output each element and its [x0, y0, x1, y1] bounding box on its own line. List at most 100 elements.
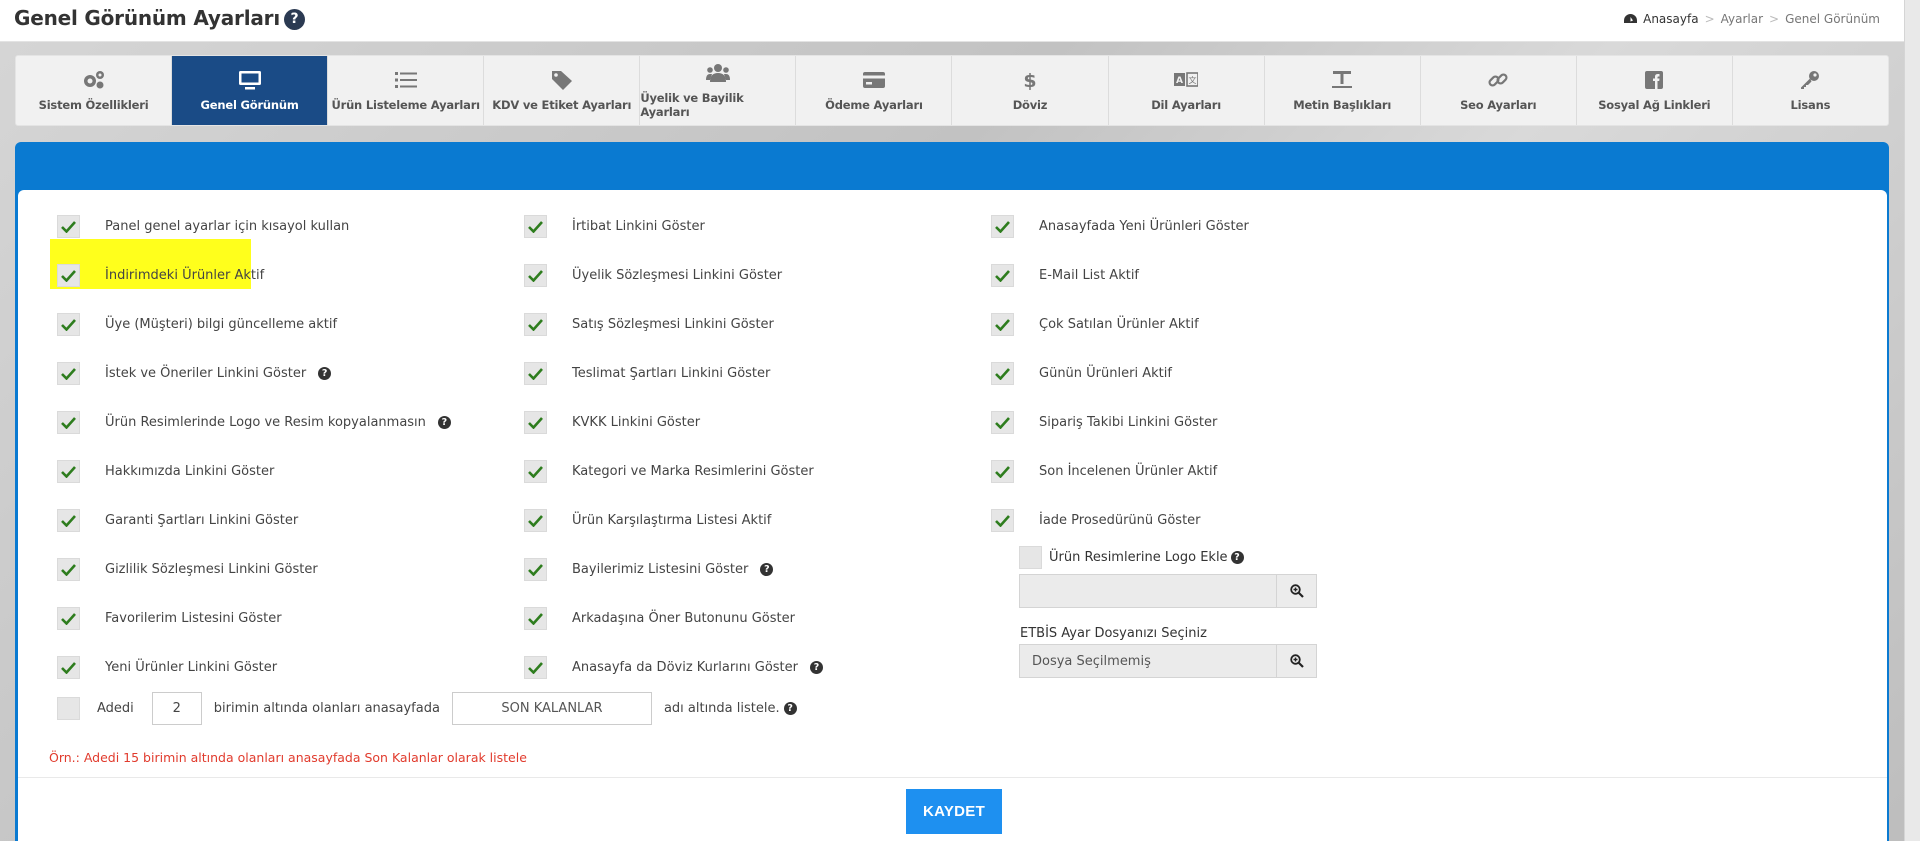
tab-kdv-etiket[interactable]: KDV ve Etiket Ayarları: [484, 56, 641, 125]
checkbox[interactable]: [57, 509, 80, 532]
option-discounted-products[interactable]: İndirimdeki Ürünler Aktif: [57, 251, 451, 300]
checkbox[interactable]: [524, 460, 547, 483]
tab-urun-listeleme[interactable]: Ürün Listeleme Ayarları: [328, 56, 485, 125]
stock-rule-middle: birimin altında olanları anasayfada: [213, 700, 440, 716]
page-scrollbar[interactable]: [1904, 0, 1920, 841]
checkbox[interactable]: [57, 656, 80, 679]
tab-metin-basliklari[interactable]: Metin Başlıkları: [1265, 56, 1421, 125]
option-delivery-terms[interactable]: Teslimat Şartları Linkini Göster: [524, 349, 823, 398]
option-add-logo[interactable]: Ürün Resimlerine Logo Ekle ?: [1019, 546, 1244, 569]
check-icon: [995, 319, 1010, 331]
tab-lisans[interactable]: Lisans: [1733, 56, 1888, 125]
divider: [18, 777, 1887, 778]
tab-uyelik-bayilik[interactable]: Üyelik ve Bayilik Ayarları: [640, 56, 797, 125]
key-icon: [1801, 70, 1820, 89]
browse-button[interactable]: [1276, 575, 1316, 607]
example-note: Örn.: Adedi 15 birimin altında olanları …: [49, 750, 527, 765]
checkbox[interactable]: [57, 362, 80, 385]
tab-sosyal-ag[interactable]: Sosyal Ağ Linkleri: [1577, 56, 1733, 125]
checkbox[interactable]: [524, 411, 547, 434]
option-kvkk-link[interactable]: KVKK Linkini Göster: [524, 398, 823, 447]
checkbox[interactable]: [991, 460, 1014, 483]
option-homepage-new-products[interactable]: Anasayfada Yeni Ürünleri Göster: [991, 202, 1249, 251]
option-recently-viewed[interactable]: Son İncelenen Ürünler Aktif: [991, 447, 1249, 496]
option-return-procedure[interactable]: İade Prosedürünü Göster: [991, 496, 1249, 545]
option-favorites-list[interactable]: Favorilerim Listesini Göster: [57, 594, 451, 643]
option-category-brand-images[interactable]: Kategori ve Marka Resimlerini Göster: [524, 447, 823, 496]
option-currency-rates[interactable]: Anasayfa da Döviz Kurlarını Göster?: [524, 643, 824, 692]
checkbox[interactable]: [524, 509, 547, 532]
checkbox[interactable]: [57, 607, 80, 630]
checkbox[interactable]: [991, 362, 1014, 385]
option-warranty-link[interactable]: Garanti Şartları Linkini Göster: [57, 496, 451, 545]
checkbox[interactable]: [57, 696, 80, 720]
help-icon[interactable]: ?: [760, 563, 774, 576]
checkbox[interactable]: [57, 215, 80, 238]
option-new-products-link[interactable]: Yeni Ürünler Linkini Göster: [57, 643, 451, 692]
checkbox[interactable]: [57, 460, 80, 483]
checkbox[interactable]: [57, 411, 80, 434]
help-icon[interactable]: ?: [783, 701, 797, 715]
tab-genel-gorunum[interactable]: Genel Görünüm: [172, 56, 329, 125]
page-header: Genel Görünüm Ayarları? Anasayfa > Ayarl…: [0, 0, 1904, 42]
check-icon: [528, 221, 543, 233]
tab-odeme[interactable]: Ödeme Ayarları: [796, 56, 953, 125]
panel-header: [15, 142, 1889, 197]
help-icon[interactable]: ?: [283, 8, 305, 30]
checkbox[interactable]: [524, 362, 547, 385]
checkbox[interactable]: [991, 215, 1014, 238]
help-icon[interactable]: ?: [1230, 551, 1244, 564]
section-name-input[interactable]: SON KALANLAR: [451, 691, 652, 725]
save-button[interactable]: KAYDET: [906, 789, 1002, 834]
checkbox[interactable]: [1019, 546, 1042, 569]
tab-doviz[interactable]: $ Döviz: [952, 56, 1109, 125]
checkbox[interactable]: [57, 313, 80, 336]
option-contact-link[interactable]: İrtibat Linkini Göster: [524, 202, 823, 251]
option-privacy-link[interactable]: Gizlilik Sözleşmesi Linkini Göster: [57, 545, 451, 594]
breadcrumb-home[interactable]: Anasayfa: [1643, 12, 1698, 26]
stock-rule-prefix: Adedi: [97, 700, 134, 716]
checkbox[interactable]: [57, 558, 80, 581]
checkbox[interactable]: [524, 656, 547, 679]
option-image-copy-protect[interactable]: Ürün Resimlerinde Logo ve Resim kopyalan…: [57, 398, 451, 447]
tags-icon: [551, 70, 572, 90]
gears-icon: [83, 70, 104, 88]
option-email-list[interactable]: E-Mail List Aktif: [991, 251, 1249, 300]
checkbox[interactable]: [991, 509, 1014, 532]
option-panel-shortcut[interactable]: Panel genel ayarlar için kısayol kullan: [57, 202, 451, 251]
checkbox[interactable]: [991, 313, 1014, 336]
checkbox[interactable]: [524, 558, 547, 581]
logo-file-picker[interactable]: [1019, 574, 1317, 608]
checkbox[interactable]: [991, 411, 1014, 434]
check-icon: [528, 319, 543, 331]
option-recommend-friend[interactable]: Arkadaşına Öner Butonunu Göster: [524, 594, 823, 643]
check-icon: [61, 466, 76, 478]
option-compare-list[interactable]: Ürün Karşılaştırma Listesi Aktif: [524, 496, 823, 545]
quantity-input[interactable]: 2: [151, 691, 202, 725]
tab-sistem-ozellikleri[interactable]: Sistem Özellikleri: [16, 56, 173, 125]
help-icon[interactable]: ?: [318, 367, 332, 380]
option-membership-agreement[interactable]: Üyelik Sözleşmesi Linkini Göster: [524, 251, 823, 300]
checkbox[interactable]: [524, 607, 547, 630]
help-icon[interactable]: ?: [810, 661, 824, 674]
option-daily-products[interactable]: Günün Ürünleri Aktif: [991, 349, 1249, 398]
help-icon[interactable]: ?: [437, 416, 451, 429]
option-about-link[interactable]: Hakkımızda Linkini Göster: [57, 447, 451, 496]
checkbox[interactable]: [524, 313, 547, 336]
option-dealers-list[interactable]: Bayilerimiz Listesini Göster?: [524, 545, 823, 594]
option-suggestions-link[interactable]: İstek ve Öneriler Linkini Göster?: [57, 349, 451, 398]
breadcrumb-settings[interactable]: Ayarlar: [1721, 12, 1763, 26]
option-best-sellers[interactable]: Çok Satılan Ürünler Aktif: [991, 300, 1249, 349]
option-sales-agreement[interactable]: Satış Sözleşmesi Linkini Göster: [524, 300, 823, 349]
checkbox[interactable]: [57, 264, 80, 287]
checkbox[interactable]: [991, 264, 1014, 287]
check-icon: [528, 270, 543, 282]
tab-seo[interactable]: Seo Ayarları: [1421, 56, 1577, 125]
browse-button[interactable]: [1276, 645, 1316, 677]
etbis-file-picker[interactable]: Dosya Seçilmemiş: [1019, 644, 1317, 678]
option-member-update[interactable]: Üye (Müşteri) bilgi güncelleme aktif: [57, 300, 451, 349]
option-order-tracking[interactable]: Sipariş Takibi Linkini Göster: [991, 398, 1249, 447]
checkbox[interactable]: [524, 215, 547, 238]
checkbox[interactable]: [524, 264, 547, 287]
tab-dil[interactable]: A文 Dil Ayarları: [1109, 56, 1265, 125]
